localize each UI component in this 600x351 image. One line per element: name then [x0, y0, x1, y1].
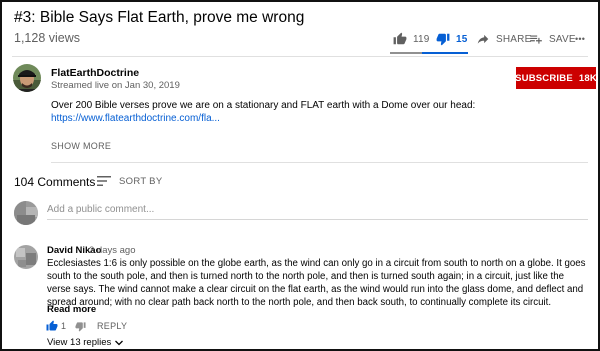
comment-timestamp[interactable]: 2 days ago	[89, 245, 135, 256]
thumbs-up-icon	[393, 32, 407, 45]
like-button[interactable]: 119	[393, 31, 430, 47]
channel-name[interactable]: FlatEarthDoctrine	[51, 67, 139, 79]
view-replies-label: View 13 replies	[47, 337, 112, 348]
sort-icon	[97, 176, 111, 186]
like-ratio-bar-dislikes	[422, 52, 468, 54]
sort-by-label: SORT BY	[119, 175, 163, 187]
like-ratio-bar-likes	[390, 52, 422, 54]
chevron-down-icon	[115, 340, 124, 345]
comments-count: 104 Comments	[14, 175, 96, 189]
share-label: SHARE	[496, 33, 532, 45]
comment-like-count: 1	[61, 321, 67, 331]
reply-button[interactable]: REPLY	[97, 321, 127, 331]
view-count: 1,128 views	[14, 31, 81, 45]
share-icon	[477, 34, 489, 44]
more-icon: •••	[575, 34, 586, 44]
channel-avatar-image	[13, 64, 41, 92]
read-more-button[interactable]: Read more	[47, 304, 96, 315]
like-count: 119	[413, 33, 430, 45]
channel-avatar[interactable]	[13, 64, 41, 92]
divider	[12, 56, 588, 57]
user-avatar-image	[14, 201, 38, 225]
description-link[interactable]: https://www.flatearthdoctrine.com/fla...	[51, 113, 220, 124]
add-comment-input[interactable]: Add a public comment...	[47, 204, 154, 215]
stream-date: Streamed live on Jan 30, 2019	[51, 80, 180, 91]
subscriber-count: 18K	[578, 72, 597, 84]
thumbs-down-icon	[436, 33, 450, 46]
comment-input-underline	[47, 219, 588, 220]
more-actions-button[interactable]: •••	[575, 31, 585, 47]
subscribe-label: SUBSCRIBE	[515, 72, 573, 84]
save-button[interactable]: SAVE	[529, 31, 576, 47]
sort-by-button[interactable]: SORT BY	[97, 175, 162, 187]
subscribe-button[interactable]: SUBSCRIBE 18K	[515, 67, 597, 89]
show-more-button[interactable]: SHOW MORE	[51, 141, 111, 151]
user-avatar	[14, 201, 38, 225]
divider	[51, 162, 588, 163]
comment-text: Ecclesiastes 1:6 is only possible on the…	[47, 258, 586, 308]
video-description: Over 200 Bible verses prove we are on a …	[51, 100, 476, 111]
view-replies-button[interactable]: View 13 replies	[47, 337, 124, 348]
commenter-avatar-image	[14, 245, 38, 269]
add-to-playlist-icon	[530, 35, 542, 44]
video-title: #3: Bible Says Flat Earth, prove me wron…	[14, 9, 305, 26]
commenter-avatar[interactable]	[14, 245, 38, 269]
dislike-count: 15	[456, 33, 468, 45]
dislike-button[interactable]: 15	[436, 31, 468, 47]
share-button[interactable]: SHARE	[476, 31, 531, 47]
comment-dislike-icon[interactable]	[75, 321, 86, 332]
save-label: SAVE	[549, 33, 576, 45]
comment-like-icon[interactable]	[46, 320, 58, 332]
